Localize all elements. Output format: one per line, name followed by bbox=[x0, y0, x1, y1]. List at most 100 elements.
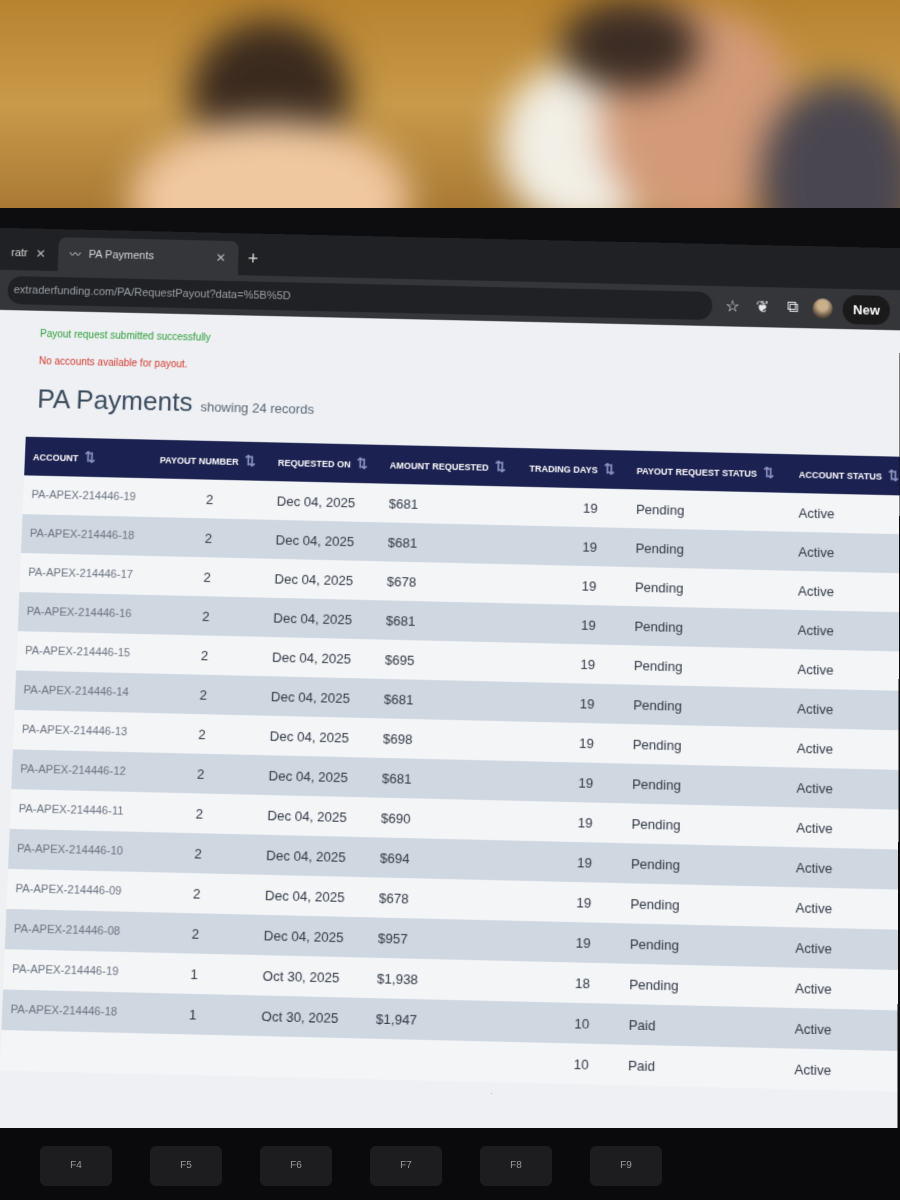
cell-account: PA-APEX-214446-18 bbox=[21, 514, 150, 556]
cell-amount: $698 bbox=[374, 718, 516, 761]
cell-account-status: Active bbox=[786, 1048, 900, 1092]
cell-payout-number: 2 bbox=[148, 517, 268, 559]
cell-requested-on: Dec 04, 2025 bbox=[259, 795, 374, 837]
cell-trading-days: 19 bbox=[514, 801, 624, 843]
cell-payout-number: 2 bbox=[139, 792, 260, 835]
cell-payout-status: Pending bbox=[624, 764, 789, 808]
payments-table: Account ⇅ Payout Number ⇅ Requested On ⇅ Am… bbox=[0, 437, 900, 1092]
column-header-payout-status[interactable]: Payout Request Status ⇅ bbox=[628, 451, 791, 493]
cell-amount bbox=[366, 1039, 510, 1083]
cell-account-status: Active bbox=[788, 847, 900, 890]
cell-payout-number: 1 bbox=[132, 993, 254, 1036]
cell-account-status: Active bbox=[789, 688, 900, 730]
cell-amount: $1,947 bbox=[367, 998, 511, 1042]
cell-payout-status: Pending bbox=[627, 528, 790, 571]
cell-account: PA-APEX-214446-15 bbox=[16, 631, 145, 673]
cell-requested-on: Dec 04, 2025 bbox=[262, 676, 376, 718]
column-header-account-status[interactable]: Account Status ⇅ bbox=[791, 454, 900, 495]
cell-account-status: Active bbox=[787, 967, 900, 1010]
table-body: PA-APEX-214446-19 2 Dec 04, 2025 $681 19 Pend… bbox=[0, 475, 900, 1092]
cell-payout-number: 2 bbox=[147, 556, 267, 598]
cell-account: PA-APEX-214446-16 bbox=[18, 592, 147, 634]
cell-payout-status: Pending bbox=[621, 964, 787, 1008]
new-tab-icon[interactable]: + bbox=[237, 248, 268, 276]
cell-account-status: Active bbox=[788, 807, 900, 850]
cell-account: PA-APEX-214446-19 bbox=[23, 475, 152, 517]
cell-requested-on: Oct 30, 2025 bbox=[254, 955, 369, 998]
cell-payout-number: 2 bbox=[146, 595, 266, 637]
key-f9: F9 bbox=[590, 1146, 662, 1186]
tab-pa-payments[interactable]: 〰 PA Payments ✕ bbox=[57, 237, 238, 275]
cell-account: PA-APEX-214446-12 bbox=[11, 749, 141, 792]
cell-payout-number: 2 bbox=[141, 713, 262, 755]
cell-trading-days: 19 bbox=[516, 721, 625, 763]
sort-icon[interactable]: ⇅ bbox=[357, 455, 368, 471]
tab-previous[interactable]: ratr ✕ bbox=[0, 236, 58, 271]
avatar[interactable] bbox=[813, 298, 833, 319]
cell-account-status: Active bbox=[787, 887, 900, 930]
browser-window: ratr ✕ 〰 PA Payments ✕ + extraderfunding… bbox=[0, 228, 900, 1173]
sort-icon[interactable]: ⇅ bbox=[495, 459, 506, 475]
new-chrome-button[interactable]: New bbox=[843, 294, 890, 324]
cell-requested-on bbox=[251, 1036, 367, 1079]
cell-requested-on: Dec 04, 2025 bbox=[266, 559, 379, 601]
key-f5: F5 bbox=[150, 1146, 222, 1186]
star-icon[interactable]: ☆ bbox=[722, 296, 742, 317]
cell-trading-days: 19 bbox=[519, 526, 627, 567]
cell-payout-status: Pending bbox=[628, 489, 791, 532]
cell-payout-status: Pending bbox=[625, 645, 789, 688]
cell-requested-on: Dec 04, 2025 bbox=[255, 915, 370, 958]
cell-account: PA-APEX-214446-08 bbox=[5, 909, 136, 952]
cell-payout-number: 2 bbox=[136, 872, 258, 915]
sort-icon[interactable]: ⇅ bbox=[244, 453, 255, 469]
cell-amount: $681 bbox=[377, 600, 518, 642]
puzzle-icon[interactable]: ⧉ bbox=[783, 299, 803, 318]
cell-account: PA-APEX-214446-13 bbox=[13, 710, 143, 753]
sort-icon[interactable]: ⇅ bbox=[84, 449, 96, 464]
cell-trading-days: 19 bbox=[512, 921, 622, 964]
key-f4: F4 bbox=[40, 1146, 112, 1186]
cell-trading-days: 19 bbox=[513, 841, 623, 884]
cell-account-status: Active bbox=[788, 767, 900, 810]
column-header-trading-days[interactable]: Trading Days ⇅ bbox=[521, 448, 629, 489]
cell-account: PA-APEX-214446-09 bbox=[6, 869, 137, 912]
cell-trading-days: 19 bbox=[513, 881, 623, 924]
cell-account-status: Active bbox=[787, 927, 900, 970]
cell-payout-status: Pending bbox=[622, 883, 788, 927]
close-icon[interactable]: ✕ bbox=[216, 251, 227, 265]
cell-payout-number: 2 bbox=[143, 673, 264, 715]
cell-payout-number bbox=[130, 1033, 253, 1076]
column-header-amount-requested[interactable]: Amount Requested ⇅ bbox=[381, 445, 521, 487]
keyboard: F4 F5 F6 F7 F8 F9 bbox=[0, 1128, 900, 1200]
cell-account bbox=[0, 1030, 132, 1074]
page-content: Payout request submitted successfully No… bbox=[0, 310, 900, 1173]
extension-leaf-icon[interactable]: ❦ bbox=[753, 297, 773, 318]
cell-amount: $678 bbox=[378, 561, 519, 603]
cell-trading-days: 19 bbox=[516, 682, 625, 724]
key-f7: F7 bbox=[370, 1146, 442, 1186]
cell-requested-on: Dec 04, 2025 bbox=[267, 520, 380, 561]
cell-requested-on: Oct 30, 2025 bbox=[253, 995, 369, 1038]
column-header-payout-number[interactable]: Payout Number ⇅ bbox=[151, 440, 270, 481]
key-f8: F8 bbox=[480, 1146, 552, 1186]
cell-payout-status: Pending bbox=[624, 724, 789, 767]
cell-amount: $694 bbox=[371, 837, 514, 880]
sort-icon[interactable]: ⇅ bbox=[888, 468, 899, 484]
cell-requested-on: Dec 04, 2025 bbox=[260, 755, 374, 797]
cell-requested-on: Dec 04, 2025 bbox=[265, 598, 379, 640]
cell-payout-number: 2 bbox=[137, 832, 258, 875]
sort-icon[interactable]: ⇅ bbox=[604, 461, 615, 477]
cell-account-status: Active bbox=[788, 728, 900, 770]
column-header-account[interactable]: Account ⇅ bbox=[24, 437, 152, 479]
cell-payout-status: Pending bbox=[626, 606, 790, 649]
cell-account: PA-APEX-214446-11 bbox=[10, 789, 140, 832]
cell-amount: $1,938 bbox=[368, 958, 512, 1002]
sort-icon[interactable]: ⇅ bbox=[763, 465, 774, 481]
cell-requested-on: Dec 04, 2025 bbox=[263, 637, 377, 679]
cell-payout-number: 2 bbox=[134, 912, 256, 955]
column-header-requested-on[interactable]: Requested On ⇅ bbox=[269, 442, 382, 483]
cell-account: PA-APEX-214446-19 bbox=[3, 949, 134, 992]
close-icon[interactable]: ✕ bbox=[35, 247, 46, 261]
cell-payout-status: Pending bbox=[625, 684, 789, 727]
cell-account: PA-APEX-214446-10 bbox=[8, 829, 139, 872]
